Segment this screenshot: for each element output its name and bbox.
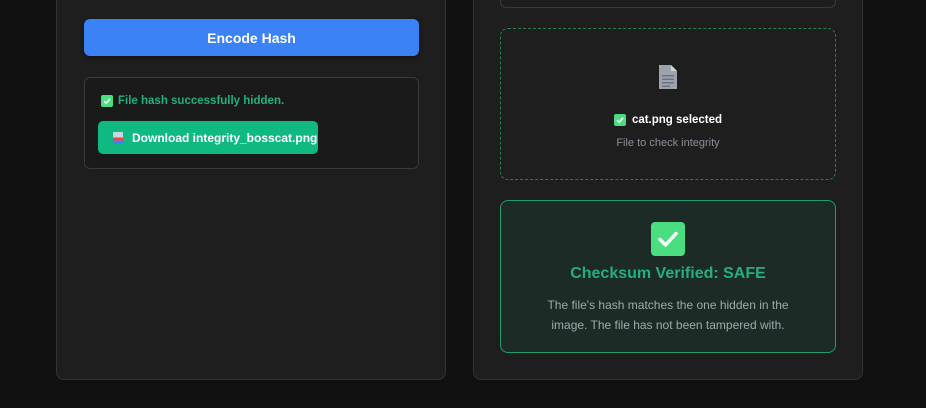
file-dropzone[interactable]: cat.png selected File to check integrity (500, 28, 836, 180)
verify-panel: cat.png selected File to check integrity… (473, 0, 863, 380)
success-message: File hash successfully hidden. (101, 95, 284, 107)
success-text: File hash successfully hidden. (118, 95, 285, 107)
dropzone-hint: File to check integrity (616, 137, 720, 149)
image-file-icon (113, 131, 123, 144)
encode-hash-button[interactable]: Encode Hash (84, 19, 419, 56)
check-square-icon (101, 95, 113, 107)
check-square-icon (613, 114, 626, 126)
selected-file: cat.png selected (501, 114, 835, 126)
check-square-icon (651, 222, 685, 256)
encode-panel: Encode Hash File hash successfully hidde… (56, 0, 446, 380)
document-icon (659, 65, 677, 89)
verification-result: Checksum Verified: SAFE The file's hash … (500, 200, 836, 353)
selected-file-text: cat.png selected (631, 114, 723, 126)
download-button[interactable]: Download integrity_bosscat.png (98, 121, 318, 154)
verification-description: The file's hash matches the one hidden i… (547, 298, 789, 332)
previous-input-edge[interactable] (500, 0, 836, 8)
encode-result-box: File hash successfully hidden. Download … (84, 77, 419, 169)
verification-title: Checksum Verified: SAFE (570, 265, 766, 282)
download-label: Download integrity_bosscat.png (132, 130, 318, 145)
